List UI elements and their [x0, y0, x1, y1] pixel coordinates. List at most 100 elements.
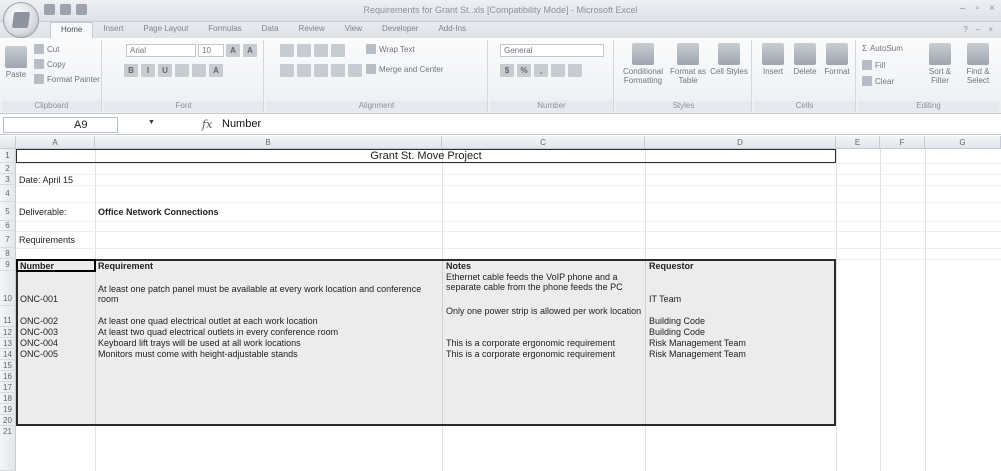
column-header-e[interactable]: E: [836, 136, 880, 149]
insert-button[interactable]: Insert: [758, 43, 788, 76]
row-header-5[interactable]: 5: [0, 202, 16, 221]
currency-button[interactable]: $: [500, 64, 514, 77]
align-top-button[interactable]: [280, 44, 294, 57]
number-format-select[interactable]: General: [500, 44, 604, 57]
header-requirement[interactable]: Requirement: [98, 261, 153, 271]
row-header-6[interactable]: 6: [0, 221, 16, 231]
row-header-12[interactable]: 12: [0, 327, 16, 338]
table-row-notes[interactable]: Only one power strip is allowed per work…: [446, 306, 644, 316]
delete-button[interactable]: Delete: [790, 43, 820, 76]
wrap-text-button[interactable]: Wrap Text: [366, 44, 415, 54]
select-all-corner[interactable]: [0, 136, 16, 149]
clear-button[interactable]: Clear: [862, 76, 894, 86]
row-header-18[interactable]: 18: [0, 393, 16, 404]
orientation-button[interactable]: [331, 44, 345, 57]
comma-button[interactable]: ,: [534, 64, 548, 77]
table-row-requestor[interactable]: Building Code: [649, 327, 705, 337]
increase-decimal-button[interactable]: [551, 64, 565, 77]
date-cell[interactable]: Date: April 15: [19, 175, 73, 185]
decrease-indent-button[interactable]: [331, 64, 345, 77]
italic-button[interactable]: I: [141, 64, 155, 77]
sort-filter-button[interactable]: Sort & Filter: [922, 43, 958, 85]
row-header-4[interactable]: 4: [0, 185, 16, 202]
row-header-10[interactable]: 10: [0, 271, 16, 306]
minimize-button[interactable]: –: [960, 3, 966, 14]
row-header-2[interactable]: 2: [0, 163, 16, 174]
decrease-decimal-button[interactable]: [568, 64, 582, 77]
column-header-c[interactable]: C: [442, 136, 645, 149]
restore-button[interactable]: ▫: [976, 3, 980, 14]
fill-button[interactable]: Fill: [862, 60, 885, 70]
shrink-font-button[interactable]: A: [243, 44, 257, 57]
worksheet[interactable]: A B C D E F G 1 2 3 4 5 6 7 8 9 10 11 12…: [0, 136, 1001, 471]
header-requestor[interactable]: Requestor: [649, 261, 694, 271]
table-row-requirement[interactable]: Monitors must come with height-adjustabl…: [98, 349, 298, 359]
table-row-notes[interactable]: This is a corporate ergonomic requiremen…: [446, 338, 615, 348]
conditional-formatting-button[interactable]: Conditional Formatting: [620, 43, 666, 85]
format-painter-button[interactable]: Format Painter: [34, 74, 100, 84]
table-row-requestor[interactable]: Risk Management Team: [649, 349, 746, 359]
cut-button[interactable]: Cut: [34, 44, 59, 54]
border-button[interactable]: [175, 64, 189, 77]
cell-styles-button[interactable]: Cell Styles: [710, 43, 748, 76]
deliverable-label-cell[interactable]: Deliverable:: [19, 207, 67, 217]
close-workbook-icon[interactable]: ×: [988, 25, 993, 34]
column-header-g[interactable]: G: [925, 136, 1001, 149]
font-name-select[interactable]: Arial: [126, 44, 196, 57]
table-row-number[interactable]: ONC-001: [20, 294, 58, 304]
paste-button[interactable]: Paste: [4, 46, 28, 79]
name-box[interactable]: A9: [3, 117, 118, 133]
find-select-button[interactable]: Find & Select: [960, 43, 996, 85]
row-header-19[interactable]: 19: [0, 404, 16, 415]
row-header-17[interactable]: 17: [0, 382, 16, 393]
table-row-requestor[interactable]: Risk Management Team: [649, 338, 746, 348]
underline-button[interactable]: U: [158, 64, 172, 77]
copy-button[interactable]: Copy: [34, 59, 66, 69]
tab-home[interactable]: Home: [50, 22, 94, 38]
align-right-button[interactable]: [314, 64, 328, 77]
tab-review[interactable]: Review: [289, 22, 335, 38]
deliverable-value-cell[interactable]: Office Network Connections: [98, 207, 219, 217]
table-row-requirement[interactable]: At least two quad electrical outlets in …: [98, 327, 338, 337]
close-button[interactable]: ×: [989, 3, 995, 14]
row-header-1[interactable]: 1: [0, 149, 16, 163]
row-header-8[interactable]: 8: [0, 248, 16, 259]
font-color-button[interactable]: A: [209, 64, 223, 77]
format-as-table-button[interactable]: Format as Table: [668, 43, 708, 85]
row-header-3[interactable]: 3: [0, 174, 16, 185]
requirements-label-cell[interactable]: Requirements: [19, 235, 75, 245]
header-notes[interactable]: Notes: [446, 261, 471, 271]
row-header-7[interactable]: 7: [0, 231, 16, 248]
column-header-b[interactable]: B: [95, 136, 442, 149]
align-middle-button[interactable]: [297, 44, 311, 57]
table-row-requirement[interactable]: At least one quad electrical outlet at e…: [98, 316, 318, 326]
row-header-15[interactable]: 15: [0, 360, 16, 371]
row-header-9[interactable]: 9: [0, 259, 16, 271]
chevron-down-icon[interactable]: ▼: [148, 119, 155, 126]
table-row-requestor[interactable]: Building Code: [649, 316, 705, 326]
tab-add-ins[interactable]: Add-Ins: [428, 22, 476, 38]
column-header-d[interactable]: D: [645, 136, 836, 149]
align-bottom-button[interactable]: [314, 44, 328, 57]
tab-page-layout[interactable]: Page Layout: [133, 22, 198, 38]
tab-formulas[interactable]: Formulas: [198, 22, 251, 38]
table-row-number[interactable]: ONC-004: [20, 338, 58, 348]
insert-function-icon[interactable]: fx: [202, 118, 212, 131]
column-header-a[interactable]: A: [16, 136, 95, 149]
help-icon[interactable]: ?: [963, 25, 967, 34]
percent-button[interactable]: %: [517, 64, 531, 77]
bold-button[interactable]: B: [124, 64, 138, 77]
fill-color-button[interactable]: [192, 64, 206, 77]
row-header-20[interactable]: 20: [0, 415, 16, 426]
tab-view[interactable]: View: [335, 22, 372, 38]
header-number[interactable]: Number: [20, 261, 54, 271]
formula-input[interactable]: Number: [222, 117, 997, 133]
column-header-f[interactable]: F: [880, 136, 925, 149]
table-row-requirement[interactable]: Keyboard lift trays will be used at all …: [98, 338, 301, 348]
row-header-16[interactable]: 16: [0, 371, 16, 382]
tab-data[interactable]: Data: [252, 22, 289, 38]
table-row-requirement[interactable]: At least one patch panel must be availab…: [98, 284, 428, 304]
table-row-number[interactable]: ONC-002: [20, 316, 58, 326]
row-header-14[interactable]: 14: [0, 349, 16, 360]
grow-font-button[interactable]: A: [226, 44, 240, 57]
